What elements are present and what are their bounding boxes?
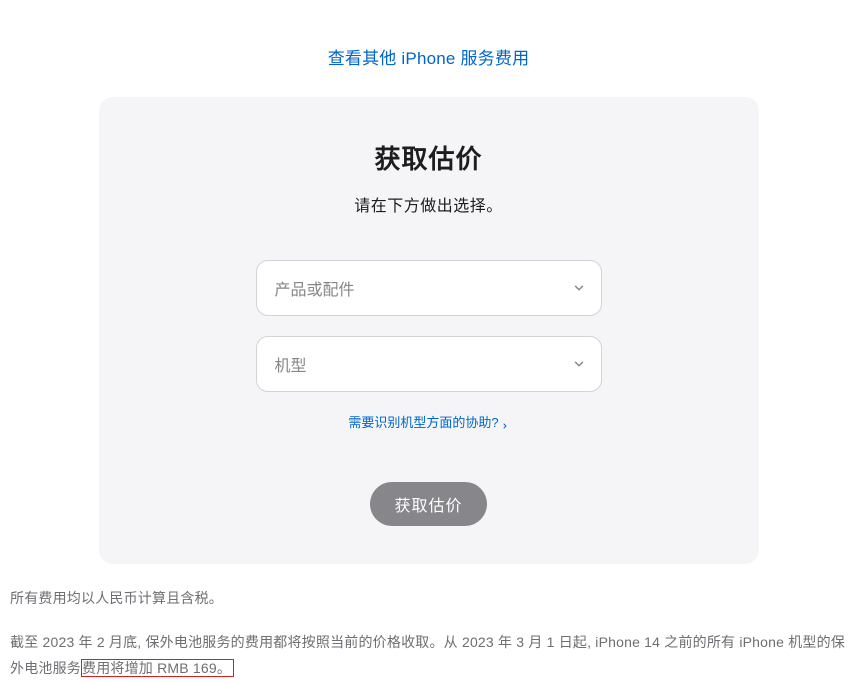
estimate-card: 获取估价 请在下方做出选择。 产品或配件 机型 需要识别机型方面的协助? 获取估… [99,97,759,564]
card-title: 获取估价 [139,139,719,176]
chevron-down-icon [572,357,586,371]
get-estimate-button[interactable]: 获取估价 [370,482,486,526]
footer-note-1: 所有费用均以人民币计算且含税。 [10,586,847,612]
model-select[interactable]: 机型 [256,336,602,392]
chevron-right-icon [501,418,509,426]
footer-note-2: 截至 2023 年 2 月底, 保外电池服务的费用都将按照当前的价格收取。从 2… [10,630,847,682]
footer-notes: 所有费用均以人民币计算且含税。 截至 2023 年 2 月底, 保外电池服务的费… [10,586,847,682]
identify-model-help-link[interactable]: 需要识别机型方面的协助? [348,412,508,431]
product-select[interactable]: 产品或配件 [256,260,602,316]
help-link-label: 需要识别机型方面的协助? [348,412,498,431]
model-select-placeholder: 机型 [275,352,307,376]
chevron-down-icon [572,281,586,295]
price-increase-highlight: 费用将增加 RMB 169。 [81,659,234,677]
other-service-fees-link[interactable]: 查看其他 iPhone 服务费用 [328,49,530,68]
product-select-placeholder: 产品或配件 [275,276,355,300]
card-subtitle: 请在下方做出选择。 [139,192,719,216]
